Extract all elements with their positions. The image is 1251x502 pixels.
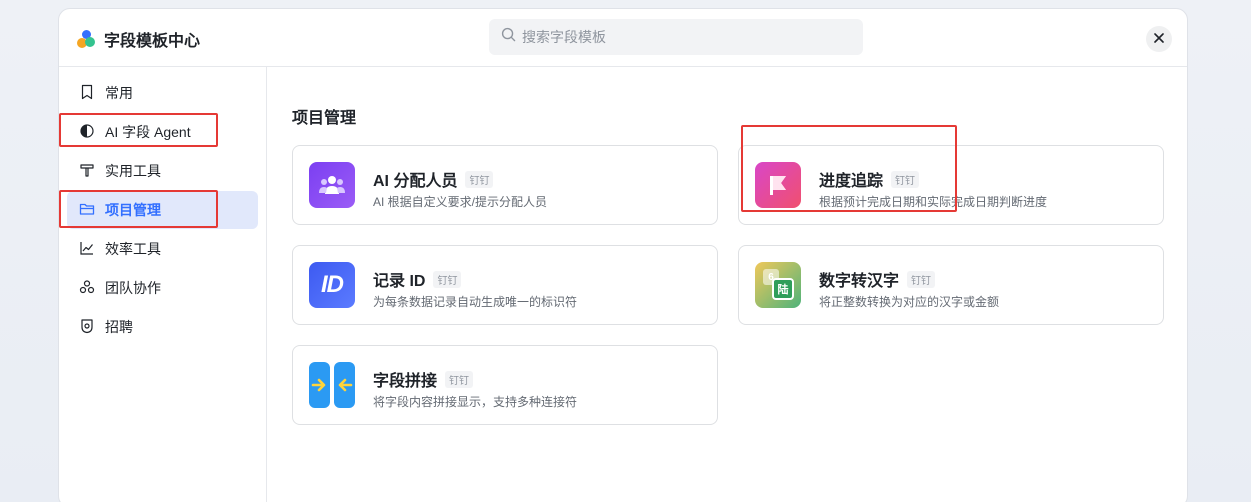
template-card-field-concat[interactable]: 字段拼接 钉钉 将字段内容拼接显示，支持多种连接符 xyxy=(292,345,718,425)
id-icon: ID xyxy=(309,262,355,308)
sidebar: 常用 AI 字段 Agent 实用工具 项目管理 效率工具 团队协作 招聘 xyxy=(59,67,267,502)
card-title: AI 分配人员 钉钉 xyxy=(373,167,494,191)
sidebar-item-project-management[interactable]: 项目管理 xyxy=(67,191,258,229)
template-card-number-to-chinese[interactable]: 6 陆 数字转汉字 钉钉 将正整数转换为对应的汉字或金额 xyxy=(738,245,1164,325)
sidebar-item-recruiting[interactable]: 招聘 xyxy=(67,308,258,346)
people-icon xyxy=(79,279,105,298)
sidebar-item-label: 常用 xyxy=(105,85,133,101)
feishu-logo-icon xyxy=(77,30,95,48)
number-convert-icon: 6 陆 xyxy=(755,262,801,308)
folder-icon xyxy=(79,201,105,220)
merge-arrows-icon xyxy=(309,362,355,408)
sidebar-item-label: 团队协作 xyxy=(105,280,161,296)
sidebar-item-label: 效率工具 xyxy=(105,241,161,257)
sidebar-item-common[interactable]: 常用 xyxy=(67,74,258,112)
close-icon xyxy=(1154,30,1164,48)
field-template-dialog: 字段模板中心 常用 AI 字段 Agent xyxy=(58,8,1188,502)
card-description: 将字段内容拼接显示，支持多种连接符 xyxy=(373,395,578,409)
card-tag: 钉钉 xyxy=(465,171,494,188)
card-tag: 钉钉 xyxy=(445,371,474,388)
sidebar-item-utilities[interactable]: 实用工具 xyxy=(67,152,258,190)
chart-line-icon xyxy=(79,240,105,259)
template-card-record-id[interactable]: ID 记录 ID 钉钉 为每条数据记录自动生成唯一的标识符 xyxy=(292,245,718,325)
template-card-progress-tracking[interactable]: 进度追踪 钉钉 根据预计完成日期和实际完成日期判断进度 xyxy=(738,145,1164,225)
dialog-title: 字段模板中心 xyxy=(104,33,201,50)
sidebar-item-efficiency[interactable]: 效率工具 xyxy=(67,230,258,268)
search-input[interactable] xyxy=(522,29,842,45)
section-title: 项目管理 xyxy=(292,110,357,127)
search-icon xyxy=(501,27,522,47)
flag-icon xyxy=(755,162,801,208)
sidebar-item-label: 项目管理 xyxy=(105,202,161,218)
card-description: 将正整数转换为对应的汉字或金额 xyxy=(819,295,1000,309)
people-group-icon xyxy=(309,162,355,208)
card-tag: 钉钉 xyxy=(891,171,920,188)
card-title: 数字转汉字 钉钉 xyxy=(819,267,936,291)
main-content: 项目管理 AI 分配人员 钉钉 AI 根据自定义要求/提示分配人员 进度追踪 钉钉 … xyxy=(267,67,1187,502)
dialog-header: 字段模板中心 xyxy=(59,9,1187,67)
brand: 字段模板中心 xyxy=(77,27,200,51)
template-card-ai-assign[interactable]: AI 分配人员 钉钉 AI 根据自定义要求/提示分配人员 xyxy=(292,145,718,225)
card-description: 为每条数据记录自动生成唯一的标识符 xyxy=(373,295,578,309)
hammer-icon xyxy=(79,162,105,181)
sidebar-item-ai-agent[interactable]: AI 字段 Agent xyxy=(67,113,258,151)
card-title: 记录 ID 钉钉 xyxy=(373,267,462,291)
card-description: AI 根据自定义要求/提示分配人员 xyxy=(373,195,548,209)
sidebar-item-team[interactable]: 团队协作 xyxy=(67,269,258,307)
sidebar-item-label: AI 字段 Agent xyxy=(105,124,191,140)
sidebar-item-label: 实用工具 xyxy=(105,163,161,179)
card-tag: 钉钉 xyxy=(907,271,936,288)
search-box[interactable] xyxy=(489,19,863,55)
card-tag: 钉钉 xyxy=(433,271,462,288)
half-circle-icon xyxy=(79,123,105,142)
bookmark-icon xyxy=(79,84,105,103)
sidebar-item-label: 招聘 xyxy=(105,319,133,335)
card-title: 进度追踪 钉钉 xyxy=(819,167,920,191)
close-button[interactable] xyxy=(1146,26,1172,52)
card-title: 字段拼接 钉钉 xyxy=(373,367,474,391)
badge-icon xyxy=(79,318,105,337)
card-description: 根据预计完成日期和实际完成日期判断进度 xyxy=(819,195,1048,209)
